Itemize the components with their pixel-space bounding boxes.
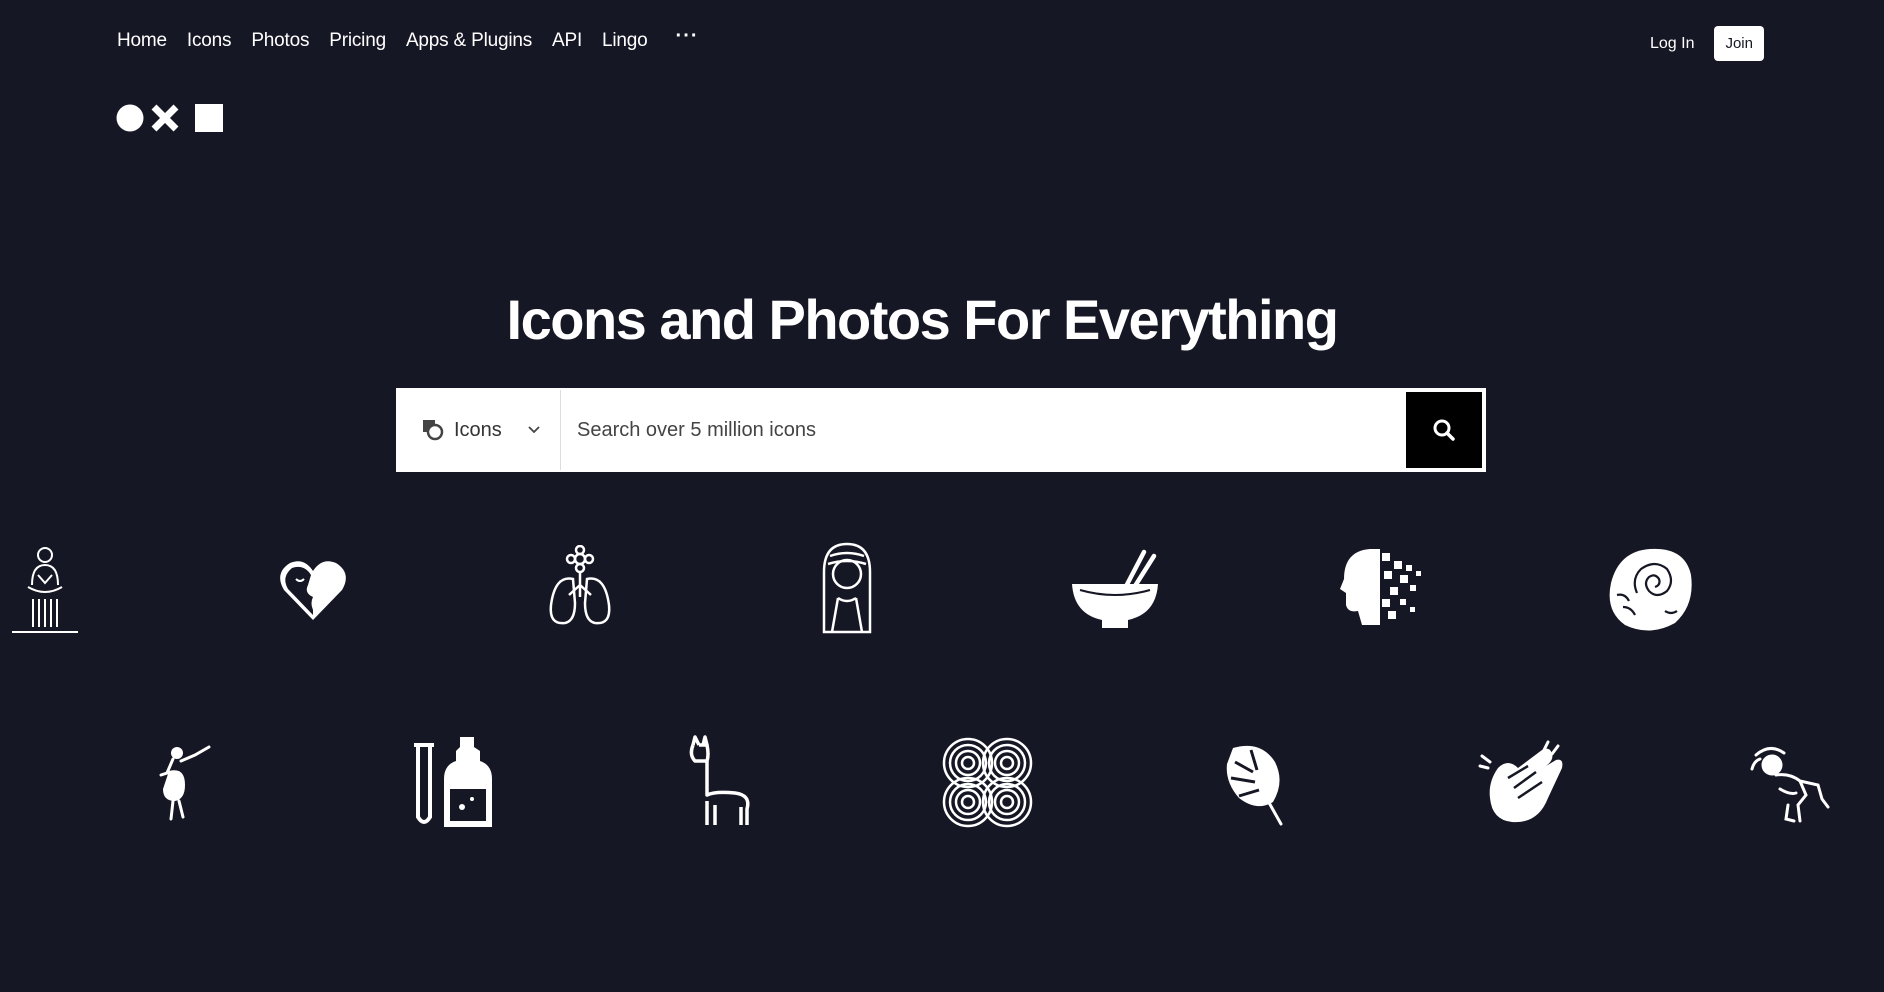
logo[interactable] — [116, 103, 224, 133]
concentric-circles-icon[interactable] — [940, 735, 1035, 830]
main-nav: Home Icons Photos Pricing Apps & Plugins… — [117, 26, 699, 52]
join-button[interactable]: Join — [1714, 26, 1764, 61]
search-button[interactable] — [1404, 390, 1484, 470]
meditation-shower-icon[interactable] — [10, 545, 80, 635]
page-title: Icons and Photos For Everything — [506, 288, 1339, 351]
search-type-dropdown[interactable]: Icons — [398, 390, 561, 470]
heart-face-icon[interactable] — [278, 555, 348, 625]
auth-area: Log In Join — [1650, 26, 1764, 61]
dancer-icon[interactable] — [155, 745, 215, 825]
clapping-hands-icon[interactable] — [1478, 738, 1568, 828]
noun-project-logo-icon — [116, 104, 223, 132]
login-link[interactable]: Log In — [1650, 35, 1694, 53]
dizzy-person-icon[interactable] — [1750, 745, 1830, 825]
pixel-head-icon[interactable] — [1340, 545, 1425, 630]
fossil-stone-icon[interactable] — [1605, 545, 1695, 635]
chevron-down-icon — [528, 426, 540, 434]
more-menu-icon[interactable]: ··· — [676, 26, 699, 46]
shapes-icon — [423, 420, 444, 441]
monstera-leaf-icon[interactable] — [1225, 742, 1295, 827]
nav-lingo-link[interactable]: Lingo — [602, 30, 648, 52]
nav-photos-link[interactable]: Photos — [251, 30, 309, 52]
search-bar: Icons — [396, 388, 1486, 472]
nav-home-link[interactable]: Home — [117, 30, 167, 52]
search-type-label: Icons — [454, 418, 502, 441]
search-icon — [1433, 419, 1455, 441]
nav-pricing-link[interactable]: Pricing — [329, 30, 386, 52]
lungs-flower-icon[interactable] — [545, 545, 615, 630]
llama-icon[interactable] — [685, 735, 755, 830]
search-input[interactable] — [561, 390, 1404, 470]
bowl-chopsticks-icon[interactable] — [1070, 548, 1160, 633]
nav-icons-link[interactable]: Icons — [187, 30, 232, 52]
nav-api-link[interactable]: API — [552, 30, 582, 52]
test-tube-bottle-icon[interactable] — [410, 735, 495, 830]
nav-apps-plugins-link[interactable]: Apps & Plugins — [406, 30, 532, 52]
woman-portrait-icon[interactable] — [812, 542, 882, 637]
